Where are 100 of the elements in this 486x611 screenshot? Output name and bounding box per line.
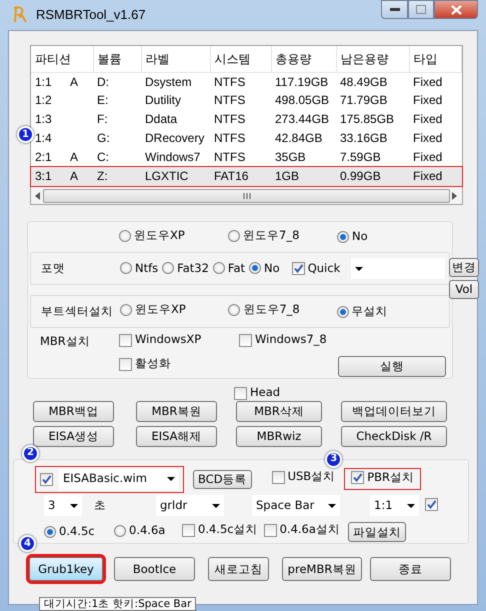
action-button[interactable]: EISA생성 <box>33 426 114 447</box>
minimize-icon <box>390 8 400 12</box>
dropdown[interactable]: EISABasic.wim <box>59 468 179 490</box>
column-header[interactable]: 파티션 <box>31 46 93 72</box>
table-cell: 175.85GB <box>340 112 394 126</box>
table-cell: Dutility <box>145 93 182 108</box>
table-cell: Fixed <box>413 169 442 184</box>
close-icon <box>450 4 462 14</box>
column-header[interactable]: 타입 <box>409 46 462 72</box>
scroll-right-icon[interactable] <box>452 192 458 200</box>
checkbox-option[interactable]: USB설치 <box>272 470 336 484</box>
radio-option[interactable]: 윈도우XP <box>119 228 185 242</box>
bottom-button[interactable]: 새로고침 <box>208 557 269 581</box>
checkbox-option[interactable]: WindowsXP <box>119 333 202 348</box>
window-title: RSMBRTool_v1.67 <box>36 7 146 23</box>
dropdown[interactable]: 3 <box>44 495 82 516</box>
column-header[interactable]: 라벨 <box>141 46 210 72</box>
action-button[interactable]: 백업데이터보기 <box>341 401 447 422</box>
action-button[interactable]: MBRwiz <box>236 426 322 447</box>
radio-option[interactable]: Ntfs <box>120 262 158 276</box>
partition-row[interactable]: 1:3 F: Ddata NTFS 273.44GB 175.85GB Fixed <box>31 110 462 129</box>
table-cell: DRecovery <box>145 131 204 146</box>
radio-option[interactable]: No <box>249 262 280 276</box>
radio-option[interactable]: 윈도우XP <box>120 303 186 317</box>
action-button[interactable]: MBR백업 <box>33 401 114 422</box>
action-button[interactable]: MBR삭제 <box>236 401 322 422</box>
horizontal-scrollbar[interactable] <box>31 186 462 204</box>
bottom-button[interactable]: Grub1key <box>29 557 103 581</box>
dropdown[interactable]: grldr <box>156 495 224 516</box>
radio-option[interactable]: 윈도우7_8 <box>228 303 300 317</box>
file-install-button[interactable]: 파일설치 <box>348 522 406 542</box>
table-cell: Fixed <box>413 150 442 164</box>
table-cell: G: <box>97 131 110 146</box>
checkbox-option[interactable]: Quick <box>292 262 343 276</box>
table-cell-text: 1:3 <box>35 112 53 127</box>
table-cell: NTFS <box>214 131 246 146</box>
scroll-left-icon[interactable] <box>35 192 41 200</box>
checkbox[interactable] <box>425 498 438 511</box>
table-cell: 117.19GB <box>275 74 328 89</box>
radio-option[interactable]: 무설치 <box>336 304 388 318</box>
checkbox[interactable] <box>40 472 53 486</box>
bcd-register-button[interactable]: BCD등록 <box>193 470 252 488</box>
radio-option[interactable]: 0.4.6a <box>114 524 166 538</box>
table-cell: 48.49GB <box>340 74 388 89</box>
partition-row[interactable]: 1:1 A D: Dsystem NTFS 117.19GB 48.49GB Fixed <box>31 72 462 91</box>
callout-number: 4 <box>19 535 36 552</box>
table-cell: NTFS <box>214 150 246 164</box>
change-button[interactable]: 변경 <box>449 258 479 277</box>
table-cell: Z: <box>97 169 108 184</box>
radio-option[interactable]: Fat32 <box>162 262 209 276</box>
radio-option[interactable]: Fat <box>212 262 246 276</box>
checkbox-option[interactable]: 활성화 <box>119 357 171 372</box>
table-cell: NTFS <box>214 74 246 89</box>
table-cell-text: 1:4 <box>35 131 53 146</box>
table-cell: F: <box>97 112 108 126</box>
minimize-button[interactable] <box>381 0 408 19</box>
close-button[interactable] <box>434 0 478 19</box>
checkbox-option[interactable]: Head <box>234 385 280 401</box>
run-button[interactable]: 실행 <box>338 356 446 376</box>
radio-option[interactable]: 0.4.5c <box>44 525 95 539</box>
dropdown[interactable]: Space Bar <box>252 495 340 516</box>
partition-row[interactable]: 1:4 G: DRecovery NTFS 42.84GB 33.16GB Fixed <box>31 129 462 148</box>
action-button[interactable]: CheckDisk /R <box>341 426 447 447</box>
callout-number: 3 <box>325 450 342 468</box>
table-cell: 7.59GB <box>340 150 381 164</box>
bottom-button[interactable]: BootIce <box>114 557 195 581</box>
dropdown[interactable]: 1:1 <box>370 495 419 516</box>
image-selector[interactable]: EISABasic.wim <box>36 466 183 492</box>
table-cell-text: 1:1 <box>35 74 53 89</box>
table-cell: Ddata <box>145 112 178 126</box>
table-cell: Windows7 <box>145 150 200 164</box>
table-cell: 42.84GB <box>275 131 322 146</box>
radio-option[interactable]: 윈도우7_8 <box>228 228 300 242</box>
tooltip: 대기시간:1초 핫키:Space Bar <box>39 597 196 611</box>
table-cell: NTFS <box>214 112 246 126</box>
table-cell: 498.05GB <box>275 93 330 108</box>
column-header[interactable]: 볼륨 <box>93 46 141 72</box>
table-cell: 1GB <box>275 169 300 184</box>
seconds-label: 초 <box>94 498 106 512</box>
checkbox-option[interactable]: Windows7_8 <box>239 333 327 348</box>
vol-button[interactable]: Vol <box>449 280 479 299</box>
action-button[interactable]: MBR복원 <box>136 401 217 422</box>
checkbox-option[interactable]: 0.4.5c설치 <box>182 523 258 538</box>
check-icon <box>292 262 304 274</box>
radio-option[interactable]: No <box>337 230 368 244</box>
bottom-button[interactable]: preMBR복원 <box>282 557 362 581</box>
boot-sector-label: 부트섹터설치 <box>41 304 113 318</box>
bottom-button[interactable]: 종료 <box>370 557 451 581</box>
table-cell: A <box>70 74 78 89</box>
partition-row[interactable]: 1:2 E: Dutility NTFS 498.05GB 71.79GB Fixed <box>31 91 462 110</box>
table-cell: Fixed <box>413 74 442 89</box>
checkbox-option[interactable]: PBR설치 <box>351 470 414 485</box>
action-button[interactable]: EISA해제 <box>136 426 217 447</box>
column-header[interactable]: 총용량 <box>271 46 336 72</box>
table-cell: E: <box>97 93 108 108</box>
partition-row[interactable]: 3:1 A Z: LGXTIC FAT16 1GB 0.99GB Fixed <box>31 167 462 186</box>
partition-row[interactable]: 2:1 A C: Windows7 NTFS 35GB 7.59GB Fixed <box>31 148 462 167</box>
checkbox-option[interactable]: 0.4.6a설치 <box>264 523 340 538</box>
column-header[interactable]: 남은용량 <box>336 46 409 72</box>
column-header[interactable]: 시스템 <box>210 46 271 72</box>
